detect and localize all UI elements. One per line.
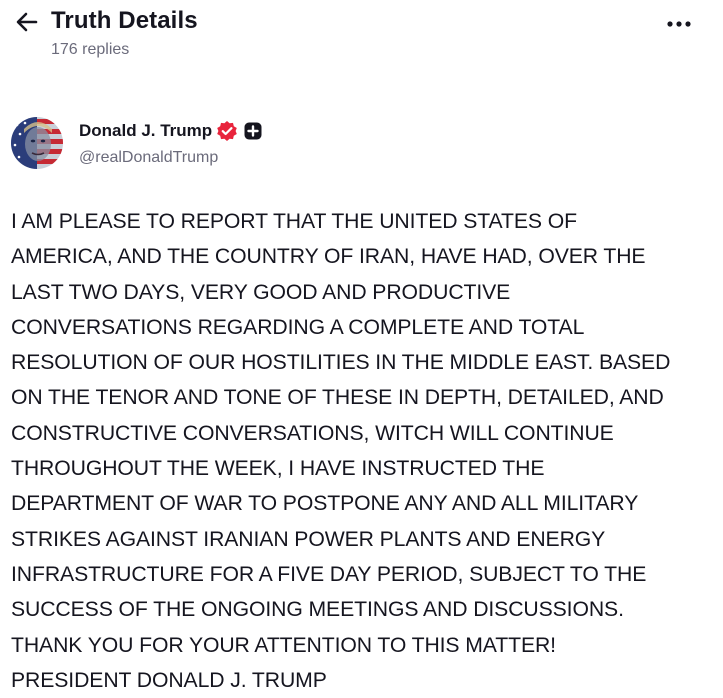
post-text: I AM PLEASE TO REPORT THAT THE UNITED ST… xyxy=(11,204,721,698)
post-text-line: ON THE TENOR AND TONE OF THESE IN DEPTH,… xyxy=(11,386,664,410)
back-button[interactable] xyxy=(12,8,42,36)
post-text-line: CONSTRUCTIVE CONVERSATIONS, WITCH WILL C… xyxy=(11,421,614,445)
post-text-line: I AM PLEASE TO REPORT THAT THE UNITED ST… xyxy=(11,210,577,233)
post-author: Donald J. Trump @realDonaldTrump xyxy=(0,112,723,174)
arrow-left-icon xyxy=(16,12,38,32)
author-handle[interactable]: @realDonaldTrump xyxy=(79,148,218,168)
post-text-line: SUCCESS OF THE ONGOING MEETINGS AND DISC… xyxy=(11,598,624,622)
post-text-line: STRIKES AGAINST IRANIAN POWER PLANTS AND… xyxy=(11,527,606,551)
post-text-line: RESOLUTION OF OUR HOSTILITIES IN THE MID… xyxy=(11,351,671,375)
more-horizontal-icon xyxy=(667,21,691,27)
reply-count: 176 replies xyxy=(51,41,130,58)
post-text-line: THANK YOU FOR YOUR ATTENTION TO THIS MAT… xyxy=(11,633,556,657)
post-text-line: CONVERSATIONS REGARDING A COMPLETE AND T… xyxy=(11,315,585,339)
author-name[interactable]: Donald J. Trump xyxy=(79,120,212,142)
post-text-line: INFRASTRUCTURE FOR A FIVE DAY PERIOD, SU… xyxy=(11,562,647,586)
page-header: Truth Details 176 replies xyxy=(0,0,723,70)
more-options-button[interactable] xyxy=(660,12,698,36)
plus-badge-icon xyxy=(244,122,262,140)
author-name-row: Donald J. Trump xyxy=(79,120,262,142)
post-text-line: AMERICA, AND THE COUNTRY OF IRAN, HAVE H… xyxy=(11,245,646,269)
post-text-line: THROUGHOUT THE WEEK, I HAVE INSTRUCTED T… xyxy=(11,457,545,481)
avatar[interactable] xyxy=(11,117,63,169)
post-text-line: LAST TWO DAYS, VERY GOOD AND PRODUCTIVE xyxy=(11,280,511,304)
avatar-image xyxy=(11,117,63,169)
post-text-line: DEPARTMENT OF WAR TO POSTPONE ANY AND AL… xyxy=(11,492,639,516)
page-title: Truth Details xyxy=(51,7,198,34)
verified-badge-icon xyxy=(216,120,238,142)
